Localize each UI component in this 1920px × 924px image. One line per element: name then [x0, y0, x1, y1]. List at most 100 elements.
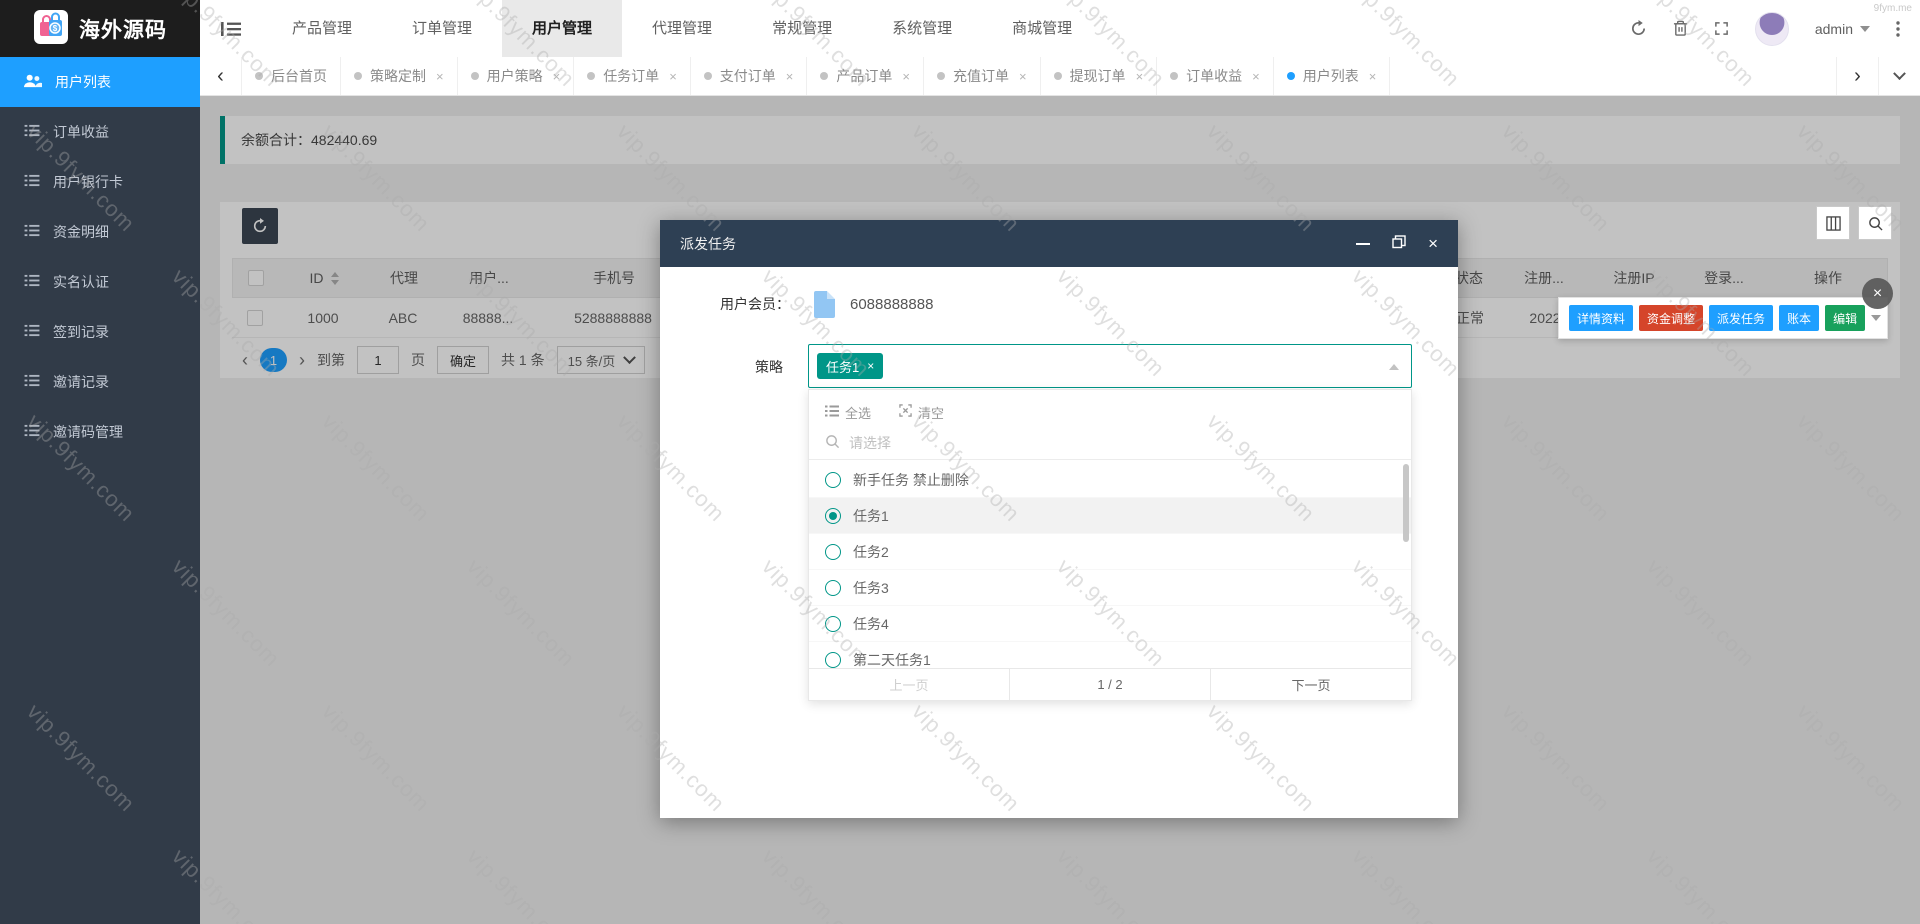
tabs-scroll-left[interactable]: ‹ — [200, 57, 242, 95]
tab-strategy-custom[interactable]: 策略定制 × — [341, 57, 458, 95]
tab-close-icon[interactable]: × — [1136, 69, 1144, 84]
svg-text:$: $ — [53, 24, 58, 33]
tab-close-icon[interactable]: × — [902, 69, 910, 84]
tab-order-income[interactable]: 订单收益 × — [1157, 57, 1274, 95]
sidebar-item-user-list[interactable]: 用户列表 — [0, 57, 200, 107]
modal-body: 用户会员： 6088888888 策略 任务1 × 全选 清空 请选择 新手任务… — [660, 267, 1458, 818]
document-icon — [814, 290, 835, 318]
menu-general[interactable]: 常规管理 — [742, 0, 862, 57]
chevron-down-icon — [1893, 66, 1906, 80]
tab-close-icon[interactable]: × — [786, 69, 794, 84]
tab-close-icon[interactable]: × — [436, 69, 444, 84]
radio-icon — [825, 543, 841, 560]
option-task2[interactable]: 任务2 — [809, 534, 1411, 570]
dispatch-task-button[interactable]: 派发任务 — [1709, 305, 1774, 331]
sidebar-item-checkin-records[interactable]: 签到记录 — [0, 307, 200, 357]
close-actions-button[interactable]: × — [1862, 278, 1893, 309]
close-icon[interactable]: × — [1428, 235, 1438, 252]
clear-action[interactable]: 清空 — [899, 403, 944, 422]
select-all-label: 全选 — [845, 405, 872, 421]
option-task4[interactable]: 任务4 — [809, 606, 1411, 642]
option-newbie-task[interactable]: 新手任务 禁止删除 — [809, 462, 1411, 498]
more-options-icon[interactable] — [1896, 20, 1900, 37]
collapse-actions-icon[interactable] — [1871, 315, 1882, 321]
tab-withdraw-orders[interactable]: 提现订单 × — [1041, 57, 1158, 95]
row-actions-panel: 详情资料 资金调整 派发任务 账本 编辑 — [1558, 297, 1888, 339]
strategy-dropdown: 全选 清空 新手任务 禁止删除 — [808, 389, 1412, 701]
edit-button[interactable]: 编辑 — [1825, 305, 1866, 331]
option-label: 任务3 — [853, 579, 889, 596]
dropdown-scrollbar[interactable] — [1403, 464, 1409, 542]
clear-label: 清空 — [918, 405, 945, 421]
option-task1[interactable]: 任务1 — [809, 498, 1411, 534]
tab-close-icon[interactable]: × — [553, 69, 561, 84]
maximize-icon[interactable] — [1392, 235, 1406, 252]
detail-info-button[interactable]: 详情资料 — [1569, 305, 1634, 331]
menu-product[interactable]: 产品管理 — [262, 0, 382, 57]
list-icon — [24, 374, 40, 390]
trash-icon[interactable] — [1673, 20, 1688, 37]
sidebar-item-user-bank-card[interactable]: 用户银行卡 — [0, 157, 200, 207]
fund-adjust-button[interactable]: 资金调整 — [1639, 305, 1704, 331]
option-label: 任务2 — [853, 543, 889, 560]
sidebar-item-fund-details[interactable]: 资金明细 — [0, 207, 200, 257]
dropdown-prev-page[interactable]: 上一页 — [809, 669, 1010, 700]
tab-close-icon[interactable]: × — [669, 69, 677, 84]
tab-pay-orders[interactable]: 支付订单 × — [691, 57, 808, 95]
option-day2-task1[interactable]: 第二天任务1 — [809, 642, 1411, 670]
tab-close-icon[interactable]: × — [1252, 69, 1260, 84]
remove-tag-icon[interactable]: × — [867, 359, 874, 373]
list-icon — [24, 324, 40, 340]
menu-order[interactable]: 订单管理 — [382, 0, 502, 57]
modal-header: 派发任务 × — [660, 220, 1458, 267]
sidebar-item-order-income[interactable]: 订单收益 — [0, 107, 200, 157]
menu-system[interactable]: 系统管理 — [862, 0, 982, 57]
tab-task-orders[interactable]: 任务订单 × — [574, 57, 691, 95]
select-all-action[interactable]: 全选 — [825, 403, 871, 422]
brand-logo[interactable]: $ 海外源码 — [0, 0, 200, 57]
tab-bar: ‹ 后台首页 策略定制 × 用户策略 × 任务订单 × 支付订单 × 产品订单 — [200, 57, 1920, 96]
tabs-scroll-right[interactable]: › — [1836, 57, 1878, 95]
menu-user[interactable]: 用户管理 — [502, 0, 623, 57]
tab-close-icon[interactable]: × — [1019, 69, 1027, 84]
refresh-icon[interactable] — [1630, 20, 1647, 37]
sidebar-item-real-name-auth[interactable]: 实名认证 — [0, 257, 200, 307]
selected-tag[interactable]: 任务1 × — [817, 353, 884, 379]
tab-label: 后台首页 — [271, 68, 327, 84]
option-task3[interactable]: 任务3 — [809, 570, 1411, 606]
tab-user-list[interactable]: 用户列表 × — [1274, 57, 1391, 95]
sidebar-item-label: 邀请码管理 — [53, 424, 123, 440]
strategy-label: 策略 — [755, 359, 783, 375]
sidebar-collapse-icon[interactable] — [200, 0, 262, 57]
tab-home[interactable]: 后台首页 — [242, 57, 341, 95]
search-icon[interactable] — [1858, 206, 1892, 240]
tab-user-strategy[interactable]: 用户策略 × — [458, 57, 575, 95]
tab-dot-icon — [1286, 72, 1295, 80]
list-icon — [24, 124, 40, 140]
sidebar-item-invite-code-mgmt[interactable]: 邀请码管理 — [0, 407, 200, 457]
tab-dot-icon — [1053, 72, 1062, 80]
dropdown-tools: 全选 清空 — [809, 390, 1411, 426]
dropdown-search-input[interactable] — [849, 434, 1334, 451]
tab-recharge-orders[interactable]: 充值订单 × — [924, 57, 1041, 95]
strategy-multiselect[interactable]: 任务1 × — [808, 344, 1412, 388]
sidebar-item-invite-records[interactable]: 邀请记录 — [0, 357, 200, 407]
user-menu[interactable]: admin — [1815, 21, 1870, 37]
tab-close-icon[interactable]: × — [1369, 69, 1377, 84]
fullscreen-icon[interactable] — [1714, 21, 1729, 36]
tab-product-orders[interactable]: 产品订单 × — [807, 57, 924, 95]
sidebar-item-label: 签到记录 — [53, 324, 109, 340]
menu-mall[interactable]: 商城管理 — [982, 0, 1102, 57]
menu-agent[interactable]: 代理管理 — [622, 0, 742, 57]
sidebar-item-label: 实名认证 — [53, 274, 109, 290]
user-avatar[interactable] — [1754, 11, 1789, 46]
search-icon — [825, 434, 840, 452]
list-icon — [24, 224, 40, 240]
sidebar-item-label: 邀请记录 — [53, 374, 109, 390]
columns-filter-icon[interactable] — [1816, 206, 1850, 240]
minimize-icon[interactable] — [1356, 242, 1371, 245]
tabs-menu-toggle[interactable] — [1878, 57, 1920, 95]
option-label: 任务1 — [853, 507, 889, 524]
dropdown-next-page[interactable]: 下一页 — [1211, 669, 1411, 700]
ledger-button[interactable]: 账本 — [1779, 305, 1820, 331]
